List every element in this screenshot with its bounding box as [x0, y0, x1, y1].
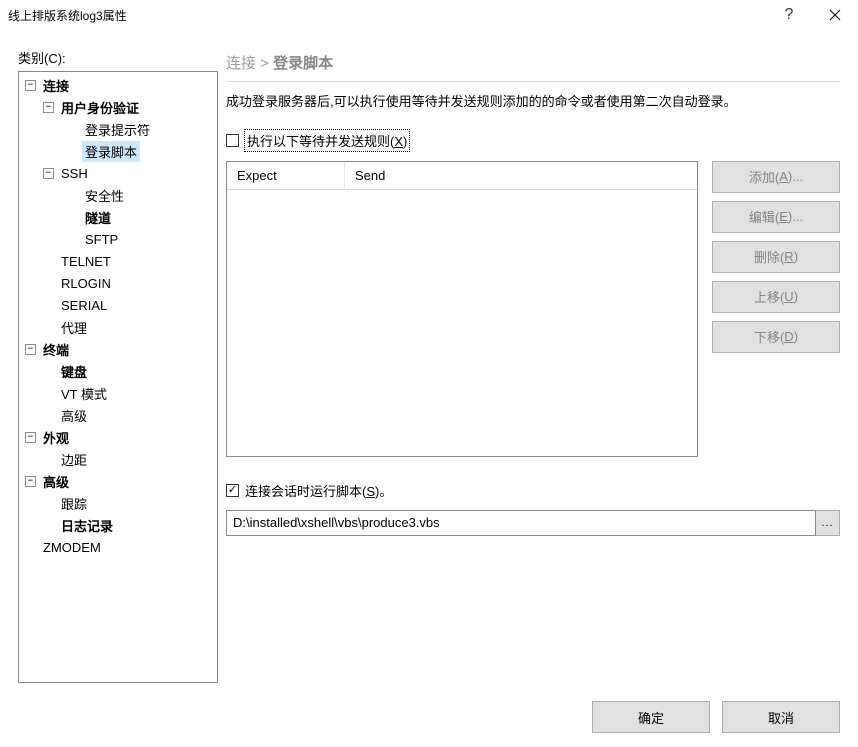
category-tree[interactable]: − 连接 − 用户身份验证 登录提示符 — [18, 71, 218, 683]
collapse-icon[interactable]: − — [25, 80, 36, 91]
tree-item-ssh[interactable]: − SSH — [21, 162, 217, 184]
table-header: Expect Send — [227, 162, 697, 190]
tree-item-terminal[interactable]: − 终端 — [21, 338, 217, 360]
tree-item-proxy[interactable]: 代理 — [21, 316, 217, 338]
rules-table[interactable]: Expect Send — [226, 161, 698, 457]
collapse-icon[interactable]: − — [25, 476, 36, 487]
run-script-label: 连接会话时运行脚本(S)。 — [245, 481, 392, 500]
script-path-input[interactable]: D:\installed\xshell\vbs\produce3.vbs — [226, 510, 816, 536]
tree-item-appearance[interactable]: − 外观 — [21, 426, 217, 448]
add-button[interactable]: 添加(A)... — [712, 161, 840, 193]
execute-rules-label: 执行以下等待并发送规则(X) — [245, 130, 409, 151]
tree-item-advanced-term[interactable]: 高级 — [21, 404, 217, 426]
tree-item-security[interactable]: 安全性 — [21, 184, 217, 206]
dialog-footer: 确定 取消 — [18, 683, 840, 733]
tree-item-margin[interactable]: 边距 — [21, 448, 217, 470]
collapse-icon[interactable]: − — [43, 102, 54, 113]
rules-buttons: 添加(A)... 编辑(E)... 删除(R) 上移(U) 下移(D) — [712, 161, 840, 457]
description-text: 成功登录服务器后,可以执行使用等待并发送规则添加的的命令或者使用第二次自动登录。 — [226, 92, 840, 112]
collapse-icon[interactable]: − — [25, 432, 36, 443]
checkbox-icon: ✓ — [226, 484, 239, 497]
properties-dialog: 线上排版系统log3属性 ? 类别(C): − 连接 — [0, 0, 858, 747]
close-icon — [829, 9, 841, 21]
tree-item-telnet[interactable]: TELNET — [21, 250, 217, 272]
tree-item-serial[interactable]: SERIAL — [21, 294, 217, 316]
content-panel: 连接 > 登录脚本 成功登录服务器后,可以执行使用等待并发送规则添加的的命令或者… — [226, 48, 840, 683]
rules-area: Expect Send 添加(A)... 编辑(E)... 删除(R) 上移(U… — [226, 161, 840, 457]
script-path-row: D:\installed\xshell\vbs\produce3.vbs ... — [226, 510, 840, 536]
titlebar-buttons: ? — [766, 0, 858, 30]
titlebar: 线上排版系统log3属性 ? — [0, 0, 858, 30]
collapse-icon[interactable]: − — [43, 168, 54, 179]
tree-item-zmodem[interactable]: ZMODEM — [21, 536, 217, 558]
move-down-button[interactable]: 下移(D) — [712, 321, 840, 353]
checkbox-icon — [226, 134, 239, 147]
tree-item-connection[interactable]: − 连接 — [21, 74, 217, 96]
tree-item-tunnel[interactable]: 隧道 — [21, 206, 217, 228]
cancel-button[interactable]: 取消 — [722, 701, 840, 733]
help-button[interactable]: ? — [766, 0, 812, 30]
column-expect[interactable]: Expect — [227, 162, 345, 189]
script-section: ✓ 连接会话时运行脚本(S)。 D:\installed\xshell\vbs\… — [226, 481, 840, 536]
window-title: 线上排版系统log3属性 — [8, 7, 766, 24]
tree-item-rlogin[interactable]: RLOGIN — [21, 272, 217, 294]
ok-button[interactable]: 确定 — [592, 701, 710, 733]
tree-item-keyboard[interactable]: 键盘 — [21, 360, 217, 382]
move-up-button[interactable]: 上移(U) — [712, 281, 840, 313]
main-row: 类别(C): − 连接 − — [18, 48, 840, 683]
table-body — [227, 190, 697, 456]
breadcrumb: 连接 > 登录脚本 — [226, 48, 840, 82]
tree-item-sftp[interactable]: SFTP — [21, 228, 217, 250]
execute-rules-checkbox[interactable]: 执行以下等待并发送规则(X) — [226, 130, 840, 151]
category-label: 类别(C): — [18, 48, 218, 67]
edit-button[interactable]: 编辑(E)... — [712, 201, 840, 233]
close-button[interactable] — [812, 0, 858, 30]
tree-item-vt-mode[interactable]: VT 模式 — [21, 382, 217, 404]
delete-button[interactable]: 删除(R) — [712, 241, 840, 273]
column-send[interactable]: Send — [345, 162, 697, 189]
left-column: 类别(C): − 连接 − — [18, 48, 218, 683]
collapse-icon[interactable]: − — [25, 344, 36, 355]
run-script-checkbox[interactable]: ✓ 连接会话时运行脚本(S)。 — [226, 481, 840, 500]
tree-item-advanced[interactable]: − 高级 — [21, 470, 217, 492]
dialog-body: 类别(C): − 连接 − — [0, 30, 858, 747]
tree-item-login-prompt[interactable]: 登录提示符 — [21, 118, 217, 140]
tree-item-auth[interactable]: − 用户身份验证 — [21, 96, 217, 118]
browse-button[interactable]: ... — [816, 510, 840, 536]
tree-item-log[interactable]: 日志记录 — [21, 514, 217, 536]
tree-item-login-script[interactable]: 登录脚本 — [21, 140, 217, 162]
tree-item-trace[interactable]: 跟踪 — [21, 492, 217, 514]
